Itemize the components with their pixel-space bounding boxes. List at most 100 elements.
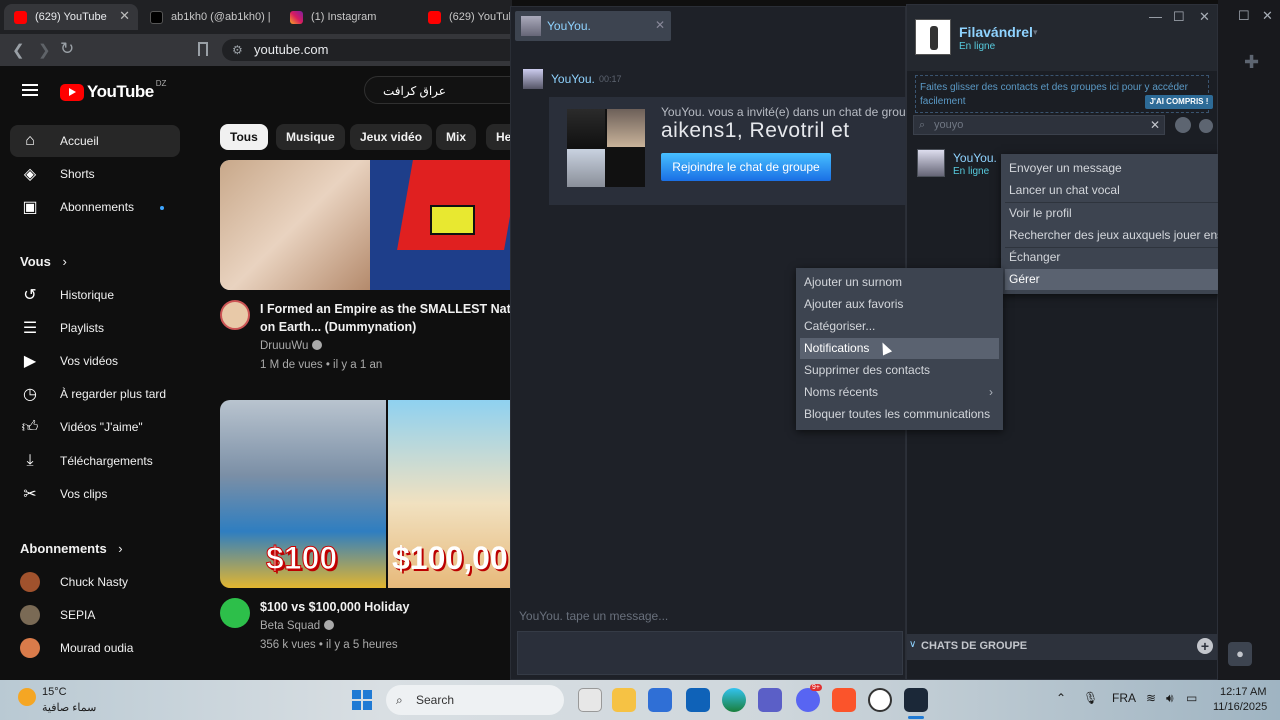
microsoft-store-icon[interactable] <box>648 688 672 712</box>
group-chats-bar[interactable]: ∨ CHATS DE GROUPE + <box>907 634 1217 660</box>
sidebar-item-home[interactable]: ⌂ Accueil <box>10 125 180 157</box>
message-sender[interactable]: YouYou. <box>551 72 595 86</box>
steam-icon[interactable] <box>904 688 928 712</box>
avatar[interactable] <box>917 149 945 177</box>
chevron-down-icon[interactable]: ▾ <box>1033 27 1038 38</box>
taskbar-search[interactable]: ⌕ Search <box>386 685 564 715</box>
friend-name[interactable]: YouYou. <box>953 151 997 165</box>
search-input[interactable]: عراق كرافت <box>364 76 512 104</box>
sidebar-item-label: Accueil <box>60 134 99 148</box>
edge-icon[interactable] <box>722 688 746 712</box>
bookmark-icon[interactable] <box>198 42 208 56</box>
discord-icon[interactable] <box>796 688 820 712</box>
start-icon[interactable] <box>352 690 372 710</box>
sidebar-item-shorts[interactable]: ◈ Shorts <box>10 158 180 190</box>
weather-temperature[interactable]: 15°C <box>42 686 67 698</box>
got-it-button[interactable]: J'AI COMPRIS ! <box>1145 95 1213 109</box>
youtube-logo[interactable]: YouTube DZ <box>60 79 166 102</box>
close-icon[interactable]: ✕ <box>1199 9 1210 25</box>
menu-item-notifications[interactable]: Notifications <box>800 338 999 359</box>
video-channel[interactable]: Beta Squad <box>260 620 335 632</box>
add-group-chat-icon[interactable]: + <box>1197 638 1213 654</box>
sidebar-item-label: Vos clips <box>60 487 108 501</box>
outlook-icon[interactable] <box>686 688 710 712</box>
chip-all[interactable]: Tous <box>220 124 268 150</box>
chevron-up-icon[interactable]: ⌃ <box>1056 691 1066 705</box>
friends-search-input[interactable]: ⌕ youyo ✕ <box>913 115 1165 135</box>
back-icon[interactable]: ❮ <box>12 41 25 59</box>
sidebar-channel-mourad-oudia[interactable]: Mourad oudia <box>10 632 180 664</box>
close-icon[interactable]: ✕ <box>655 18 665 32</box>
volume-icon[interactable]: 🔊︎ <box>1166 691 1174 706</box>
sidebar-item-watch-later[interactable]: ◷ À regarder plus tard <box>10 378 180 410</box>
reload-icon[interactable]: ↻ <box>60 39 74 59</box>
avatar[interactable] <box>523 69 543 89</box>
obs-icon[interactable] <box>868 688 892 712</box>
chip-more[interactable]: He <box>486 124 512 150</box>
wifi-icon[interactable]: ≋ <box>1146 691 1156 705</box>
chip-music[interactable]: Musique <box>276 124 345 150</box>
tab-tiktok[interactable]: ab1kh0 (@ab1kh0) | <box>140 4 274 30</box>
sidebar-channel-sepia[interactable]: SEPIA <box>10 599 180 631</box>
add-friend-icon[interactable] <box>1175 117 1191 133</box>
weather-icon[interactable] <box>18 688 36 706</box>
you-section-header[interactable]: Vous › <box>20 254 67 269</box>
site-settings-icon[interactable]: ⚙ <box>232 39 243 61</box>
tab-youtube-2[interactable]: (629) YouTube <box>418 4 512 30</box>
sidebar-item-playlists[interactable]: ☰ Playlists <box>10 312 180 344</box>
new-content-dot <box>160 206 164 210</box>
maximize-icon[interactable]: ☐ <box>1173 9 1185 25</box>
task-view-icon[interactable] <box>578 688 602 712</box>
add-group-icon[interactable] <box>1199 119 1213 133</box>
brave-icon[interactable] <box>832 688 856 712</box>
channel-avatar[interactable] <box>220 598 250 628</box>
tab-youtube[interactable]: (629) YouTube ✕ <box>4 4 138 30</box>
close-icon[interactable]: ✕ <box>1262 8 1273 24</box>
language-indicator[interactable]: FRA <box>1112 691 1136 705</box>
chat-tab[interactable]: YouYou. ✕ <box>515 11 671 41</box>
chip-video-games[interactable]: Jeux vidéo <box>350 124 433 150</box>
menu-item-categorize[interactable]: Catégoriser... <box>800 316 999 337</box>
sidebar-item-history[interactable]: ↺ Historique <box>10 279 180 311</box>
minimize-icon[interactable]: — <box>1149 9 1162 24</box>
menu-icon[interactable] <box>22 84 38 96</box>
subscriptions-section-header[interactable]: Abonnements › <box>20 541 123 556</box>
url-field[interactable]: ⚙ youtube.com <box>222 39 512 61</box>
menu-item-add-nickname[interactable]: Ajouter un surnom <box>800 272 999 293</box>
microphone-icon[interactable]: ● <box>1228 642 1252 666</box>
sidebar-item-your-videos[interactable]: ▶ Vos vidéos <box>10 345 180 377</box>
clock-date[interactable]: 11/16/2025 <box>1213 701 1267 713</box>
video-channel[interactable]: DruuuWu <box>260 340 323 352</box>
clear-search-icon[interactable]: ✕ <box>1150 116 1160 134</box>
sidebar-channel-chuck-nasty[interactable]: Chuck Nasty <box>10 566 180 598</box>
microphone-icon[interactable]: 🎙︎ <box>1083 691 1098 705</box>
clock-time[interactable]: 12:17 AM <box>1220 686 1266 698</box>
menu-item-add-favorites[interactable]: Ajouter aux favoris <box>800 294 999 315</box>
video-title[interactable]: I Formed an Empire as the SMALLEST Nat o… <box>260 300 512 336</box>
video-thumbnail[interactable] <box>220 160 512 290</box>
sidebar-item-liked-videos[interactable]: 👍︎ Vidéos "J'aime" <box>10 411 180 443</box>
my-persona-name[interactable]: Filavándrel <box>959 24 1033 40</box>
sidebar-item-subscriptions[interactable]: ▣ Abonnements <box>10 191 180 223</box>
join-group-chat-button[interactable]: Rejoindre le chat de groupe <box>661 153 831 181</box>
maximize-icon[interactable]: ☐ <box>1238 8 1250 24</box>
menu-item-block-all[interactable]: Bloquer toutes les communications <box>800 404 999 425</box>
channel-avatar[interactable] <box>220 300 250 330</box>
sidebar-item-clips[interactable]: ✂ Vos clips <box>10 478 180 510</box>
close-tab-icon[interactable]: ✕ <box>119 8 130 24</box>
tab-instagram[interactable]: (1) Instagram <box>280 4 414 30</box>
sidebar-item-downloads[interactable]: ⤓ Téléchargements <box>10 445 180 477</box>
file-explorer-icon[interactable] <box>612 688 636 712</box>
video-title[interactable]: $100 vs $100,000 Holiday <box>260 598 512 616</box>
battery-icon[interactable]: ▭ <box>1186 691 1197 705</box>
forward-icon[interactable]: ❯ <box>38 41 51 59</box>
menu-item-remove-friend[interactable]: Supprimer des contacts <box>800 360 999 381</box>
chip-mix[interactable]: Mix <box>436 124 477 150</box>
add-friend-icon[interactable]: ✚ <box>1244 52 1259 73</box>
menu-item-recent-names[interactable]: Noms récents › <box>800 382 999 403</box>
teams-icon[interactable] <box>758 688 782 712</box>
video-thumbnail[interactable]: $100 $100,00 <box>220 400 512 588</box>
chevron-down-icon[interactable]: ∨ <box>909 639 916 650</box>
chat-message-input[interactable] <box>517 631 903 675</box>
avatar[interactable] <box>915 19 951 55</box>
